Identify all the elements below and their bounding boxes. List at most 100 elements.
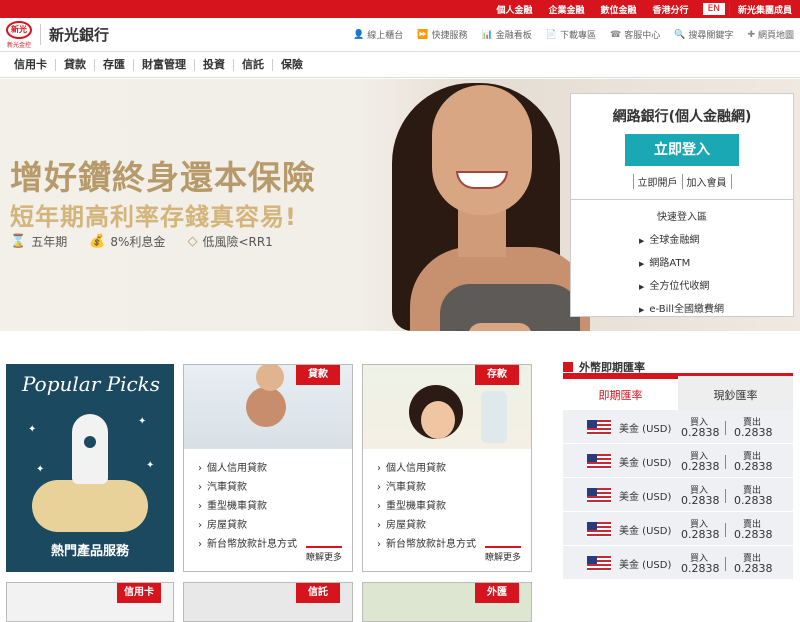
loan-product-list: 個人信用貸款 汽車貸款 重型機車貸款 房屋貸款 新台幣放款計息方式 [198, 459, 297, 554]
hourglass-icon: ⌛ [10, 234, 27, 249]
banner-subtitle: 短年期高利率存錢真容易! [10, 203, 297, 231]
quick-login-list: 全球金融網 網路ATM 全方位代收網 e-Bill全國繳費網 [639, 231, 793, 315]
buy-rate: 買入 0.2838 [681, 553, 720, 575]
girl-face-image [421, 401, 455, 439]
child-image [256, 365, 284, 391]
utility-sitemap[interactable]: ✚ 網頁地圖 [747, 28, 794, 42]
credit-card-tag: 信用卡 [117, 583, 161, 603]
topbar-link-personal[interactable]: 個人金融 [497, 3, 533, 16]
loan-tag: 貸款 [296, 365, 340, 385]
exchange-rate-rows: 美金 (USD) 買入 0.2838 賣出 0.2838 美金 (USD) 買入 0.… [563, 410, 793, 580]
sell-rate: 賣出 0.2838 [734, 519, 773, 541]
login-button[interactable]: 立即登入 [625, 134, 739, 166]
utility-download[interactable]: 📄 下載專區 [545, 28, 596, 42]
utility-online-counter[interactable]: 👤 線上櫃台 [353, 28, 403, 42]
banner-feature: ⌛ 五年期 [10, 234, 68, 249]
group-members-link[interactable]: 新光集團成員 [728, 2, 792, 16]
nav-item-investment[interactable]: 投資 [195, 58, 234, 71]
utility-finance-board[interactable]: 📊 金融看板 [481, 28, 532, 42]
site-header: 新光 新光金控 新光銀行 👤 線上櫃台 ⏩ 快捷服務 📊 金融看板 📄 下載專區 ☎ 客服… [0, 18, 800, 52]
nav-item-trust[interactable]: 信託 [234, 58, 273, 71]
deposit-item[interactable]: 汽車貸款 [386, 482, 426, 493]
rate-row: 美金 (USD) 買入 0.2838 賣出 0.2838 [563, 548, 793, 580]
quick-login-global[interactable]: 全球金融網 [649, 235, 699, 246]
utility-customer-service[interactable]: ☎ 客服中心 [609, 28, 660, 42]
deposit-learn-more-link[interactable]: 瞭解更多 [484, 546, 521, 563]
exchange-rate-tabs: 即期匯率 現鈔匯率 [563, 376, 793, 410]
currency-name: 美金 (USD) [619, 492, 672, 503]
forex-tile[interactable]: 外匯 [362, 582, 532, 622]
phone-icon: ☎ [609, 29, 622, 40]
tab-spot-rate[interactable]: 即期匯率 [563, 376, 678, 410]
login-panel-title: 網路銀行(個人金融網) [612, 109, 752, 125]
sell-rate: 賣出 0.2838 [734, 485, 773, 507]
banner-title: 增好鑽終身還本保險 [10, 158, 316, 197]
topbar-link-digital[interactable]: 數位金融 [601, 3, 637, 16]
nav-item-wealth[interactable]: 財富管理 [134, 58, 195, 71]
deposit-item[interactable]: 房屋貸款 [386, 520, 426, 531]
bank-name: 新光銀行 [40, 24, 109, 45]
bank-logo[interactable]: 新光 新光金控 新光銀行 [6, 20, 109, 49]
rocket-window [84, 436, 96, 448]
star-icon: ✦ [36, 464, 45, 475]
diamond-icon: ◇ [187, 234, 198, 249]
us-flag-icon [587, 556, 611, 571]
deposit-item[interactable]: 新台幣放款計息方式 [386, 539, 476, 550]
star-icon: ✦ [138, 416, 147, 427]
utility-search[interactable]: 🔍 搜尋關鍵字 [674, 28, 733, 42]
divider [725, 522, 726, 537]
quick-login-collection[interactable]: 全方位代收網 [649, 281, 709, 292]
currency-name: 美金 (USD) [619, 526, 672, 537]
open-account-link[interactable]: 立即開戶 [638, 178, 678, 189]
sell-rate: 賣出 0.2838 [734, 451, 773, 473]
loan-item[interactable]: 汽車貸款 [207, 482, 247, 493]
star-icon: ✦ [28, 424, 37, 435]
online-banking-login-panel: 網路銀行(個人金融網) 立即登入 立即開戶 加入會員 快速登入區 全球金融網 網… [570, 93, 794, 317]
login-secondary-links: 立即開戶 加入會員 [571, 174, 793, 189]
join-member-link[interactable]: 加入會員 [687, 178, 727, 189]
utility-quick-service[interactable]: ⏩ 快捷服務 [417, 28, 467, 42]
topbar-link-hongkong[interactable]: 香港分行 [653, 3, 689, 16]
deposit-tag: 存款 [475, 365, 519, 385]
logo-subtitle: 新光金控 [6, 41, 31, 49]
jar-image [481, 391, 507, 443]
deposit-item[interactable]: 個人信用貸款 [386, 463, 446, 474]
us-flag-icon [587, 420, 611, 435]
play-icon: ⏩ [417, 29, 429, 40]
loan-item[interactable]: 個人信用貸款 [207, 463, 267, 474]
chart-icon: 📊 [481, 29, 493, 40]
banner-hand [468, 323, 532, 331]
sell-rate: 賣出 0.2838 [734, 553, 773, 575]
forex-tag: 外匯 [475, 583, 519, 603]
quick-login-ebill[interactable]: e-Bill全國繳費網 [649, 304, 724, 315]
popular-picks-tile[interactable]: Popular Picks ✦ ✦ ✦ ✦ 熱門產品服務 [6, 364, 174, 572]
popular-picks-label: 熱門產品服務 [50, 544, 129, 559]
divider [571, 199, 793, 200]
trust-tile[interactable]: 信託 [183, 582, 353, 622]
quick-login-atm[interactable]: 網路ATM [649, 258, 690, 269]
loan-item[interactable]: 重型機車貸款 [207, 501, 267, 512]
topbar-link-corporate[interactable]: 企業金融 [549, 3, 585, 16]
loan-learn-more-link[interactable]: 瞭解更多 [305, 546, 342, 563]
nav-item-deposit[interactable]: 存匯 [95, 58, 134, 71]
banner-feature: ◇ 低風險<RR1 [187, 234, 273, 249]
exchange-rate-title: 外幣即期匯率 [563, 360, 793, 376]
loan-item[interactable]: 房屋貸款 [207, 520, 247, 531]
document-icon: 📄 [545, 29, 557, 40]
loan-item[interactable]: 新台幣放款計息方式 [207, 539, 297, 550]
language-toggle[interactable]: EN [702, 3, 725, 15]
buy-rate: 買入 0.2838 [681, 417, 720, 439]
nav-item-loans[interactable]: 貸款 [56, 58, 95, 71]
nav-item-credit-card[interactable]: 信用卡 [6, 58, 56, 71]
rate-row: 美金 (USD) 買入 0.2838 賣出 0.2838 [563, 480, 793, 512]
nav-item-insurance[interactable]: 保險 [273, 58, 311, 71]
rate-row: 美金 (USD) 買入 0.2838 賣出 0.2838 [563, 412, 793, 444]
tab-cash-rate[interactable]: 現鈔匯率 [678, 376, 793, 410]
deposit-item[interactable]: 重型機車貸款 [386, 501, 446, 512]
sell-rate: 賣出 0.2838 [734, 417, 773, 439]
credit-card-tile[interactable]: 信用卡 [6, 582, 174, 622]
loan-product-tile: 貸款 個人信用貸款 汽車貸款 重型機車貸款 房屋貸款 新台幣放款計息方式 瞭解更… [183, 364, 353, 572]
buy-rate: 買入 0.2838 [681, 485, 720, 507]
us-flag-icon [587, 454, 611, 469]
us-flag-icon [587, 522, 611, 537]
